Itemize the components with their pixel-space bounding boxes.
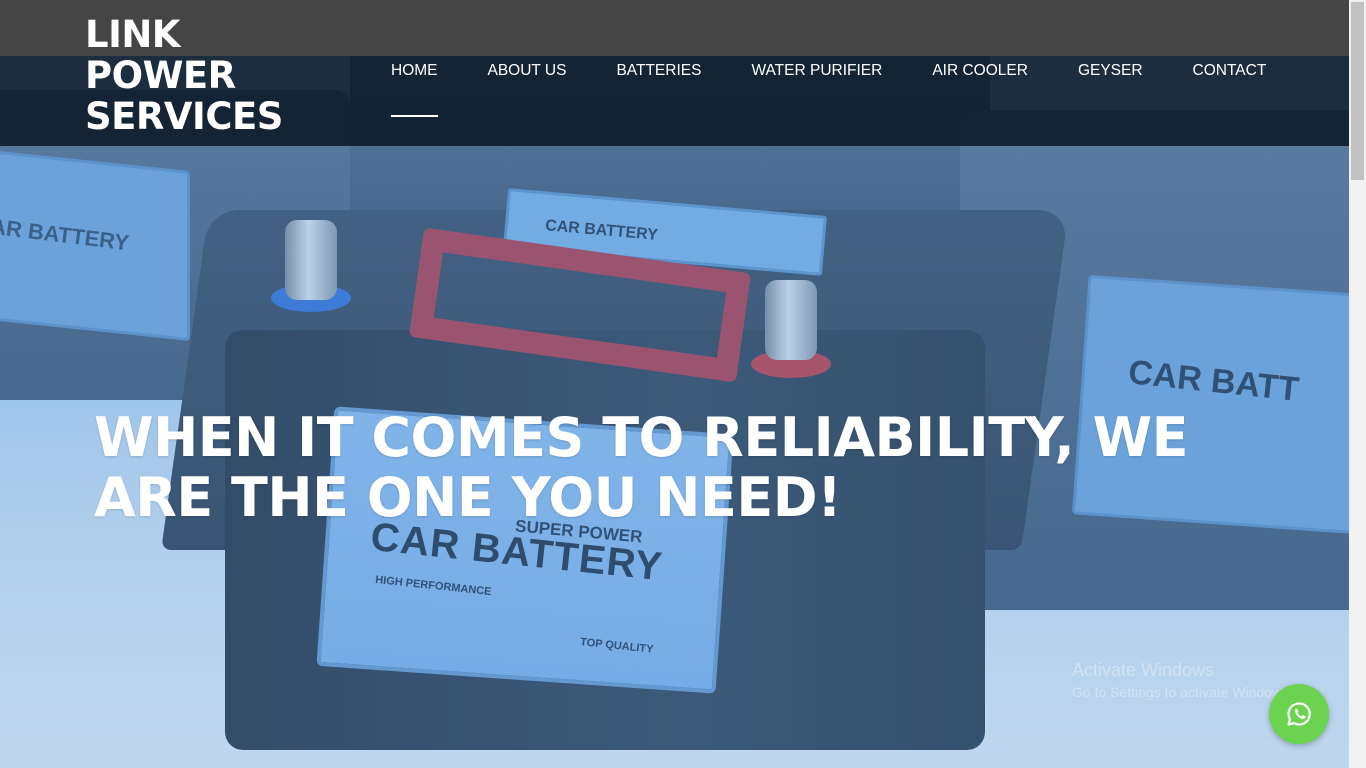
- watermark-title: Activate Windows: [1072, 660, 1215, 680]
- nav-air-cooler[interactable]: AIR COOLER: [932, 62, 1028, 110]
- activate-windows-watermark: Activate Windows Go to Settings to activ…: [1072, 660, 1293, 700]
- nav-batteries[interactable]: BATTERIES: [616, 62, 701, 110]
- scrollbar-thumb[interactable]: [1351, 2, 1364, 180]
- site-logo[interactable]: LINK POWER SERVICES: [85, 14, 283, 137]
- nav-geyser[interactable]: GEYSER: [1078, 62, 1143, 110]
- page-scrollbar[interactable]: [1349, 0, 1366, 768]
- main-nav: HOME ABOUT US BATTERIES WATER PURIFIER A…: [391, 62, 1267, 117]
- nav-water-purifier[interactable]: WATER PURIFIER: [751, 62, 882, 110]
- logo-line-1: LINK: [85, 13, 180, 56]
- whatsapp-icon: [1287, 702, 1311, 726]
- whatsapp-button[interactable]: [1269, 684, 1329, 744]
- nav-contact[interactable]: CONTACT: [1193, 62, 1267, 110]
- nav-about-us[interactable]: ABOUT US: [488, 62, 567, 110]
- nav-home[interactable]: HOME: [391, 62, 438, 117]
- hero-headline: WHEN IT COMES TO RELIABILITY, WE ARE THE…: [94, 406, 1189, 529]
- logo-line-2: POWER: [85, 54, 236, 97]
- logo-line-3: SERVICES: [85, 95, 283, 138]
- watermark-subtitle: Go to Settings to activate Windows.: [1072, 684, 1293, 700]
